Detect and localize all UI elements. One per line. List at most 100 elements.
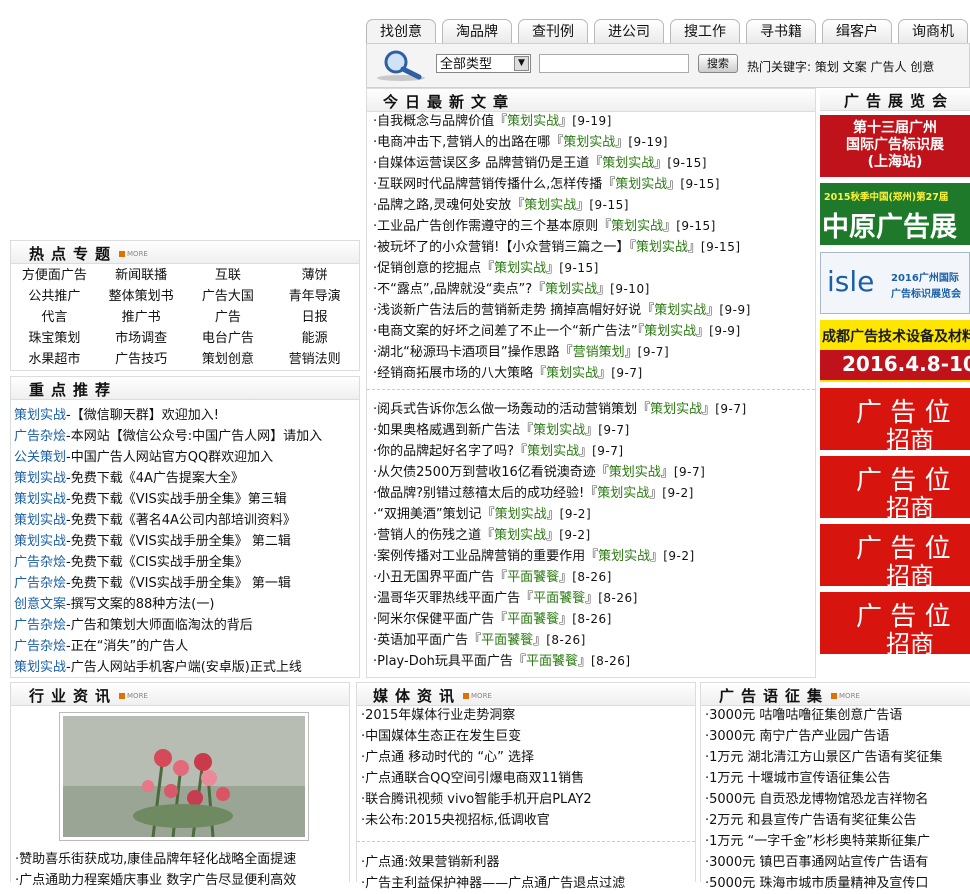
article-tag[interactable]: 平面饕餮 [507,570,559,585]
slogan-item[interactable]: ·3000元 南宁广告产业园广告语 [705,726,889,747]
article-title[interactable]: ·品牌之路,灵魂何处安放 [373,198,511,213]
ad-slot-1[interactable]: 广 告 位 招商 [820,388,970,450]
slogan-item[interactable]: ·3000元 咕噜咕噜征集创意广告语 [705,705,902,726]
article-tag[interactable]: 策划实战 [609,465,661,480]
article-item[interactable]: ·如果奥格威遇到新广告法『策划实战』[9-7] [373,420,630,441]
article-item[interactable]: ·不“露点”,品牌就没“卖点”?『策划实战』[9-10] [373,279,650,300]
slogan-item[interactable]: ·1万元 十堰城市宣传语征集公告 [705,768,891,789]
recommend-text[interactable]: 广告人网站手机客户端(安卓版)正式上线 [71,660,302,675]
article-tag[interactable]: 策划实战 [654,303,706,318]
article-title[interactable]: ·电商文案的好坏之间差了不止一个“新广告法” [373,324,638,339]
search-type-select[interactable]: 全部类型 ▼ [436,54,531,73]
hot-topic-link[interactable]: 互联 [185,265,272,286]
media-item[interactable]: ·广点通:效果营销新利器 [361,852,500,873]
hot-topic-link[interactable]: 市场调查 [98,328,185,349]
tab-companies[interactable]: 进公司 [594,19,664,44]
hot-topic-link[interactable]: 广告 [185,307,272,328]
article-title[interactable]: ·Play-Doh玩具平面广告 [373,654,513,669]
article-title[interactable]: ·小丑无国界平面广告 [373,570,494,585]
article-tag[interactable]: 策划实战 [611,219,663,234]
hot-topic-link[interactable]: 策划创意 [185,349,272,370]
recommend-text[interactable]: 【微信聊天群】欢迎加入! [71,408,219,423]
article-title[interactable]: ·如果奥格威遇到新广告法 [373,423,520,438]
industry-photo[interactable] [59,712,309,841]
article-item[interactable]: ·小丑无国界平面广告『平面饕餮』[8-26] [373,567,612,588]
article-tag[interactable]: 策划实战 [494,261,546,276]
slogans-more-link[interactable]: MORE [831,692,860,700]
tab-brands[interactable]: 淘品牌 [442,19,512,44]
recommend-category[interactable]: 策划实战 [14,513,66,528]
hot-topic-link[interactable]: 广告技巧 [98,349,185,370]
ad-slot-4[interactable]: 广 告 位 招商 [820,592,970,654]
recommend-item[interactable]: 广告杂烩-广告和策划大师面临淘汰的背后 [14,614,253,633]
article-tag[interactable]: 策划实战 [524,198,576,213]
tab-clients[interactable]: 缉客户 [822,19,892,44]
recommend-text[interactable]: 免费下载《VIS实战手册全集》 第二辑 [71,534,291,549]
recommend-category[interactable]: 创意文案 [14,597,66,612]
article-tag[interactable]: 策划实战 [636,240,688,255]
article-item[interactable]: ·浅谈新广告法后的营销新走势 摘掉高帽好好说『策划实战』[9-9] [373,300,751,321]
recommend-item[interactable]: 策划实战-免费下载《VIS实战手册全集》 第二辑 [14,530,291,549]
recommend-text[interactable]: 本网站【微信公众号:中国广告人网】请加入 [71,429,322,444]
hot-topic-link[interactable]: 公共推广 [11,286,98,307]
article-tag[interactable]: 策划实战 [495,507,547,522]
tab-books[interactable]: 寻书籍 [746,19,816,44]
article-item[interactable]: ·品牌之路,灵魂何处安放『策划实战』[9-15] [373,195,629,216]
hot-keywords-links[interactable]: 策划 文案 广告人 创意 [815,60,934,74]
recommend-category[interactable]: 策划实战 [14,408,66,423]
article-title[interactable]: ·温哥华灭罪热线平面广告 [373,591,520,606]
ad-banner-zhongyuan[interactable]: 2015秋季中国(郑州)第27届 中原广告展 [820,183,970,245]
article-tag[interactable]: 策划实战 [533,423,585,438]
recommend-item[interactable]: 策划实战-免费下载《VIS实战手册全集》第三辑 [14,488,287,507]
article-item[interactable]: ·湖北“秘源玛卡酒项目”操作思路『营销策划』[9-7] [373,342,669,363]
media-item[interactable]: ·广告主利益保护神器——广点通广告退点过滤 [361,873,625,894]
recommend-item[interactable]: 策划实战-【微信聊天群】欢迎加入! [14,404,219,423]
media-item[interactable]: ·中国媒体生态正在发生巨变 [361,726,521,747]
hot-topic-link[interactable]: 珠宝策划 [11,328,98,349]
article-title[interactable]: ·促销创意的挖掘点 [373,261,481,276]
article-item[interactable]: ·Play-Doh玩具平面广告『平面饕餮』[8-26] [373,651,631,672]
recommend-item[interactable]: 策划实战-免费下载《4A广告提案大全》 [14,467,244,486]
ad-slot-3[interactable]: 广 告 位 招商 [820,524,970,586]
recommend-item[interactable]: 广告杂烩-免费下载《CIS实战手册全集》 [14,551,248,570]
recommend-text[interactable]: 撰写文案的88种方法(一) [71,597,215,612]
slogan-item[interactable]: ·1万元 湖北清江方山景区广告语有奖征集 [705,747,943,768]
ad-banner-chengdu[interactable]: 成都广告技术设备及材料展 2016.4.8-10 [820,320,970,382]
hot-topic-link[interactable]: 整体策划书 [98,286,185,307]
recommend-text[interactable]: 免费下载《VIS实战手册全集》 第一辑 [71,576,291,591]
article-item[interactable]: ·“双拥美酒”策划记『策划实战』[9-2] [373,504,591,525]
article-item[interactable]: ·被玩坏了的小众营销!【小众营销三篇之一】『策划实战』[9-15] [373,237,741,258]
recommend-category[interactable]: 策划实战 [14,471,66,486]
ad-slot-2[interactable]: 广 告 位 招商 [820,456,970,518]
media-item[interactable]: ·广点通联合QQ空间引爆电商双11销售 [361,768,584,789]
article-title[interactable]: ·电商冲击下,营销人的出路在哪 [373,135,550,150]
article-item[interactable]: ·阅兵式告诉你怎么做一场轰动的活动营销策划『策划实战』[9-7] [373,399,747,420]
article-item[interactable]: ·自媒体运营误区多 品牌营销仍是王道『策划实战』[9-15] [373,153,707,174]
article-title[interactable]: ·被玩坏了的小众营销!【小众营销三篇之一】 [373,240,629,255]
recommend-category[interactable]: 广告杂烩 [14,639,66,654]
media-more-link[interactable]: MORE [463,692,492,700]
article-title[interactable]: ·自我概念与品牌价值 [373,114,494,129]
article-tag[interactable]: 平面饕餮 [481,633,533,648]
search-button[interactable]: 搜索 [698,54,738,73]
recommend-item[interactable]: 广告杂烩-本网站【微信公众号:中国广告人网】请加入 [14,425,322,444]
article-tag[interactable]: 策划实战 [527,444,579,459]
article-tag[interactable]: 平面饕餮 [526,654,578,669]
article-item[interactable]: ·温哥华灭罪热线平面广告『平面饕餮』[8-26] [373,588,638,609]
article-tag[interactable]: 策划实战 [545,282,597,297]
recommend-category[interactable]: 公关策划 [14,450,66,465]
slogan-item[interactable]: ·1万元 “一字千金”杉杉奥特莱斯征集广 [705,831,930,852]
article-tag[interactable]: 策划实战 [597,486,649,501]
article-title[interactable]: ·营销人的伤残之道 [373,528,481,543]
article-tag[interactable]: 策划实战 [563,135,615,150]
media-item[interactable]: ·联合腾讯视频 vivo智能手机开启PLAY2 [361,789,592,810]
article-item[interactable]: ·自我概念与品牌价值『策划实战』[9-19] [373,111,612,132]
ad-banner-guangzhou[interactable]: 第十三届广州 国际广告标识展 (上海站) [820,115,970,177]
recommend-item[interactable]: 广告杂烩-正在“消失”的广告人 [14,635,188,654]
recommend-category[interactable]: 广告杂烩 [14,576,66,591]
hot-topic-link[interactable]: 推广书 [98,307,185,328]
slogan-item[interactable]: ·3000元 镇巴百事通网站宣传广告语有 [705,852,928,873]
industry-more-link[interactable]: MORE [119,692,148,700]
article-item[interactable]: ·互联网时代品牌营销传播什么,怎样传播『策划实战』[9-15] [373,174,720,195]
hot-topic-link[interactable]: 电台广告 [185,328,272,349]
